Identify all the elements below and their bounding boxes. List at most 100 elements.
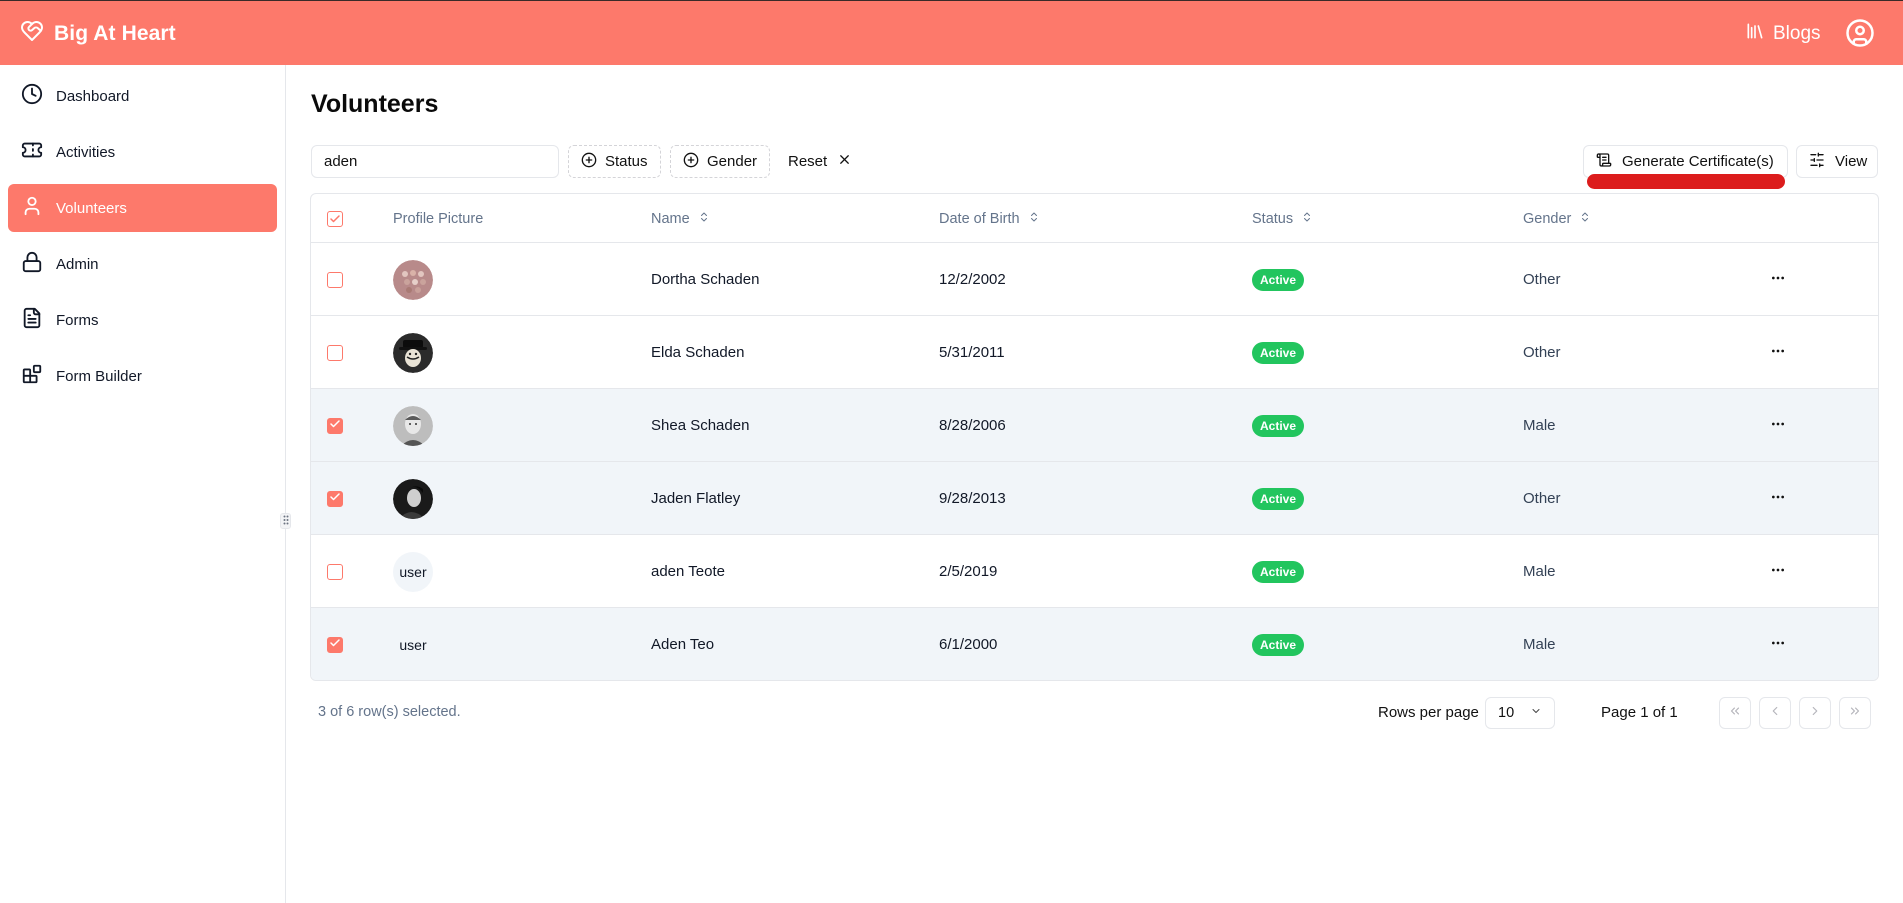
sidebar-item-activities[interactable]: Activities (8, 128, 277, 176)
document-icon (21, 307, 43, 333)
status-filter-label: Status (605, 153, 648, 170)
row-actions-button[interactable] (1766, 560, 1790, 584)
row-actions-button[interactable] (1766, 633, 1790, 657)
highlight-underline-annotation (1587, 174, 1785, 189)
status-badge: Active (1252, 414, 1305, 437)
check-icon (329, 636, 341, 653)
table-header: Profile Picture Name Date of Birth Statu… (311, 194, 1878, 243)
sidebar-item-label: Admin (56, 255, 99, 273)
user-circle-icon (1845, 19, 1875, 52)
row-checkbox[interactable] (327, 344, 343, 361)
avatar (393, 405, 433, 446)
sidebar-item-label: Activities (56, 143, 116, 161)
profile-button[interactable] (1845, 18, 1875, 48)
more-horizontal-icon (1770, 562, 1786, 582)
row-actions-button[interactable] (1766, 268, 1790, 292)
column-header-name[interactable]: Name (651, 194, 710, 243)
chevron-left-icon (1768, 704, 1782, 723)
status-badge: Active (1252, 560, 1305, 583)
column-header-gender[interactable]: Gender (1523, 194, 1591, 243)
sidebar-item-label: Forms (56, 311, 99, 329)
chevron-right-icon (1808, 704, 1822, 723)
gender: Male (1523, 563, 1556, 580)
brand-name: Big At Heart (54, 21, 176, 45)
user-icon (21, 195, 43, 221)
page-title: Volunteers (311, 90, 439, 118)
gender: Other (1523, 271, 1561, 288)
heart-logo-icon (20, 19, 44, 48)
rows-per-page-select[interactable]: 10 (1485, 697, 1555, 729)
table-row[interactable]: Dortha Schaden 12/2/2002 Active Other (311, 243, 1878, 316)
sidebar-item-forms[interactable]: Forms (8, 296, 277, 344)
last-page-button[interactable] (1839, 697, 1871, 729)
volunteers-table: Profile Picture Name Date of Birth Statu… (310, 193, 1879, 681)
sliders-icon (1809, 152, 1825, 172)
avatar (393, 332, 433, 373)
column-header-status[interactable]: Status (1252, 194, 1313, 243)
ticket-icon (21, 139, 43, 165)
blogs-link[interactable]: Blogs (1745, 21, 1821, 47)
row-checkbox[interactable] (327, 563, 343, 580)
status-filter-button[interactable]: Status (568, 145, 661, 178)
table-row[interactable]: Shea Schaden 8/28/2006 Active Male (311, 389, 1878, 462)
row-checkbox[interactable] (327, 636, 343, 653)
avatar (393, 259, 433, 300)
table-row[interactable]: Elda Schaden 5/31/2011 Active Other (311, 316, 1878, 389)
row-checkbox[interactable] (327, 271, 343, 288)
row-actions-button[interactable] (1766, 414, 1790, 438)
selection-count: 3 of 6 row(s) selected. (318, 704, 461, 720)
date-of-birth: 9/28/2013 (939, 490, 1006, 507)
gender: Male (1523, 636, 1556, 653)
first-page-button[interactable] (1719, 697, 1751, 729)
column-header-profile-picture: Profile Picture (393, 194, 483, 243)
reset-filters-button[interactable]: Reset (778, 145, 862, 178)
sort-icon (698, 210, 710, 228)
column-header-date-of-birth[interactable]: Date of Birth (939, 194, 1040, 243)
sidebar-item-admin[interactable]: Admin (8, 240, 277, 288)
brand[interactable]: Big At Heart (20, 19, 176, 48)
volunteer-name: Elda Schaden (651, 344, 745, 361)
more-horizontal-icon (1770, 416, 1786, 436)
sort-icon (1579, 210, 1591, 228)
row-actions-button[interactable] (1766, 341, 1790, 365)
row-checkbox[interactable] (327, 490, 343, 507)
chevron-down-icon (1530, 705, 1542, 721)
column-header-label: Name (651, 210, 690, 227)
volunteer-name: Aden Teo (651, 636, 715, 653)
blocks-icon (21, 363, 43, 389)
plus-circle-icon (581, 152, 597, 172)
sidebar-item-label: Form Builder (56, 367, 142, 385)
gender: Male (1523, 417, 1556, 434)
gender-filter-button[interactable]: Gender (670, 145, 771, 178)
previous-page-button[interactable] (1759, 697, 1791, 729)
status-badge: Active (1252, 268, 1305, 291)
date-of-birth: 12/2/2002 (939, 271, 1006, 288)
search-input[interactable] (311, 145, 559, 178)
close-icon (837, 152, 852, 171)
blogs-label: Blogs (1773, 23, 1821, 44)
sidebar-item-volunteers[interactable]: Volunteers (8, 184, 277, 232)
column-header-label: Profile Picture (393, 210, 484, 227)
rows-per-page-label: Rows per page (1378, 704, 1479, 721)
table-row[interactable]: user Aden Teo 6/1/2000 Active Male (311, 608, 1878, 680)
avatar: user (393, 624, 433, 665)
sidebar-resize-handle[interactable] (280, 513, 291, 529)
table-row[interactable]: user aden Teote 2/5/2019 Active Male (311, 535, 1878, 608)
clock-icon (21, 83, 43, 109)
select-all-checkbox[interactable] (327, 210, 343, 227)
more-horizontal-icon (1770, 489, 1786, 509)
sidebar-item-form-builder[interactable]: Form Builder (8, 352, 277, 400)
row-checkbox[interactable] (327, 417, 343, 434)
table-row[interactable]: Jaden Flatley 9/28/2013 Active Other (311, 462, 1878, 535)
row-actions-button[interactable] (1766, 487, 1790, 511)
sort-icon (1028, 210, 1040, 228)
gender: Other (1523, 490, 1561, 507)
generate-label: Generate Certificate(s) (1622, 153, 1774, 170)
sidebar-item-dashboard[interactable]: Dashboard (8, 72, 277, 120)
next-page-button[interactable] (1799, 697, 1831, 729)
view-label: View (1835, 153, 1868, 170)
lock-icon (21, 251, 43, 277)
volunteer-name: Jaden Flatley (651, 490, 741, 507)
check-icon (329, 417, 341, 434)
view-options-button[interactable]: View (1796, 145, 1878, 178)
